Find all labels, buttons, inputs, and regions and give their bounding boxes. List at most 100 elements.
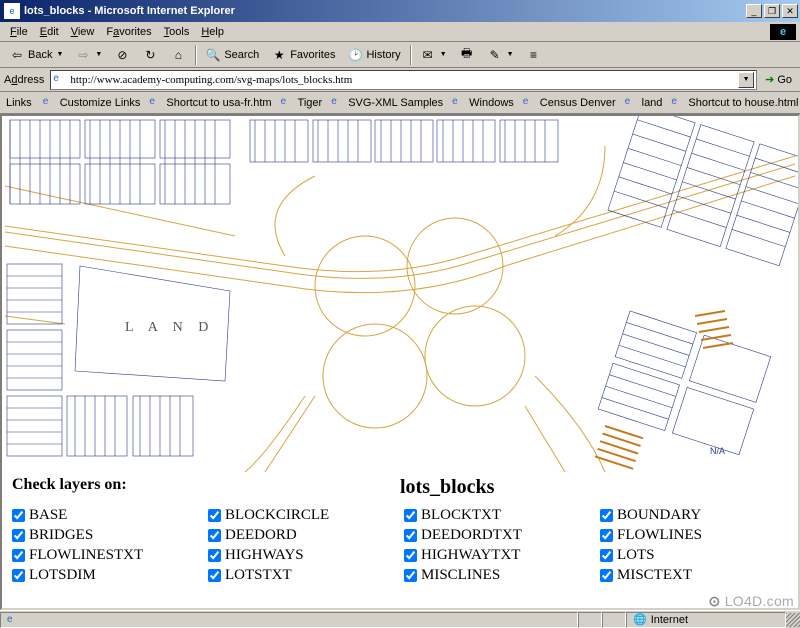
menu-bar: File Edit View Favorites Tools Help xyxy=(0,22,800,42)
menu-view[interactable]: View xyxy=(65,24,101,40)
link-label: Windows xyxy=(469,97,514,109)
layer-checkbox[interactable] xyxy=(208,569,221,582)
links-label: Links xyxy=(4,97,38,109)
svg-text:N/A: N/A xyxy=(710,446,725,456)
svg-map[interactable]: N/A L A N D xyxy=(2,116,798,472)
layer-bridges[interactable]: BRIDGES xyxy=(12,527,200,544)
link-land[interactable]: eland xyxy=(621,94,667,112)
layer-label: LOTS xyxy=(617,547,655,564)
layer-lotsdim[interactable]: LOTSDIM xyxy=(12,567,200,584)
link-usa-fr[interactable]: eShortcut to usa-fr.htm xyxy=(145,94,275,112)
home-button[interactable]: ⌂ xyxy=(165,44,191,66)
layer-label: BRIDGES xyxy=(29,527,93,544)
layer-checkbox[interactable] xyxy=(12,549,25,562)
forward-arrow-icon: ⇨ xyxy=(75,47,91,63)
edit-button[interactable]: ✎▼ xyxy=(482,44,519,66)
page-heading: lots_blocks xyxy=(400,476,788,499)
layer-highwaytxt[interactable]: HIGHWAYTXT xyxy=(404,547,592,564)
mail-button[interactable]: ✉▼ xyxy=(415,44,452,66)
layer-checkbox[interactable] xyxy=(404,569,417,582)
history-button[interactable]: 🕑History xyxy=(342,44,405,66)
layer-checkbox[interactable] xyxy=(600,509,613,522)
layer-misctext[interactable]: MISCTEXT xyxy=(600,567,788,584)
window-title: lots_blocks - Microsoft Internet Explore… xyxy=(24,5,746,17)
link-label: Census Denver xyxy=(540,97,616,109)
link-label: Shortcut to house.html xyxy=(688,97,798,109)
layer-label: HIGHWAYS xyxy=(225,547,304,564)
layer-checkbox[interactable] xyxy=(404,549,417,562)
mail-icon: ✉ xyxy=(420,47,436,63)
layer-label: LOTSDIM xyxy=(29,567,96,584)
layer-checkbox[interactable] xyxy=(600,529,613,542)
discuss-button[interactable]: ≡ xyxy=(521,44,547,66)
layer-blocktxt[interactable]: BLOCKTXT xyxy=(404,507,592,524)
resize-grip[interactable] xyxy=(786,613,800,627)
page-icon: e xyxy=(149,96,163,110)
globe-icon: 🌐 xyxy=(633,613,647,626)
layer-base[interactable]: BASE xyxy=(12,507,200,524)
layer-checkbox[interactable] xyxy=(404,509,417,522)
url-input[interactable] xyxy=(70,74,738,86)
link-customize[interactable]: eCustomize Links xyxy=(39,94,145,112)
page-icon: e xyxy=(625,96,639,110)
stop-button[interactable]: ⊘ xyxy=(109,44,135,66)
layer-checkbox[interactable] xyxy=(600,569,613,582)
layer-label: MISCLINES xyxy=(421,567,500,584)
layer-lots[interactable]: LOTS xyxy=(600,547,788,564)
security-zone: 🌐Internet xyxy=(626,612,786,628)
search-icon: 🔍 xyxy=(205,47,221,63)
layer-misclines[interactable]: MISCLINES xyxy=(404,567,592,584)
stop-icon: ⊘ xyxy=(114,47,130,63)
link-census[interactable]: eCensus Denver xyxy=(519,94,620,112)
history-label: History xyxy=(366,49,400,61)
link-house[interactable]: eShortcut to house.html xyxy=(667,94,800,112)
address-dropdown-button[interactable]: ▼ xyxy=(738,72,754,88)
layer-checkbox[interactable] xyxy=(12,509,25,522)
layer-highways[interactable]: HIGHWAYS xyxy=(208,547,396,564)
layer-blockcircle[interactable]: BLOCKCIRCLE xyxy=(208,507,396,524)
page-icon: e xyxy=(281,96,295,110)
layer-checkbox[interactable] xyxy=(600,549,613,562)
go-label: Go xyxy=(777,74,792,86)
layer-checkbox[interactable] xyxy=(208,509,221,522)
maximize-button[interactable]: ❐ xyxy=(764,4,780,18)
forward-button[interactable]: ⇨▼ xyxy=(70,44,107,66)
go-button[interactable]: ➔Go xyxy=(761,73,796,86)
link-svg-xml[interactable]: eSVG-XML Samples xyxy=(327,94,447,112)
page-icon: e xyxy=(43,96,57,110)
favorites-button[interactable]: ★Favorites xyxy=(266,44,340,66)
layer-label: LOTSTXT xyxy=(225,567,292,584)
layer-checkbox[interactable] xyxy=(404,529,417,542)
close-button[interactable]: ✕ xyxy=(782,4,798,18)
layer-checkbox[interactable] xyxy=(12,569,25,582)
page-icon: e xyxy=(452,96,466,110)
menu-file[interactable]: File xyxy=(4,24,34,40)
layer-deedord[interactable]: DEEDORD xyxy=(208,527,396,544)
layer-deedordtxt[interactable]: DEEDORDTXT xyxy=(404,527,592,544)
layer-checkbox[interactable] xyxy=(208,529,221,542)
page-icon: e xyxy=(671,96,685,110)
menu-edit[interactable]: Edit xyxy=(34,24,65,40)
link-tiger[interactable]: eTiger xyxy=(277,94,327,112)
home-icon: ⌂ xyxy=(170,47,186,63)
back-button[interactable]: ⇦Back▼ xyxy=(4,44,68,66)
layer-lotstxt[interactable]: LOTSTXT xyxy=(208,567,396,584)
status-message: e xyxy=(0,612,578,628)
layer-checkbox[interactable] xyxy=(208,549,221,562)
layer-flowlinestxt[interactable]: FLOWLINESTXT xyxy=(12,547,200,564)
check-layers-heading: Check layers on: xyxy=(12,476,400,499)
layer-label: BLOCKCIRCLE xyxy=(225,507,329,524)
layer-boundary[interactable]: BOUNDARY xyxy=(600,507,788,524)
refresh-button[interactable]: ↻ xyxy=(137,44,163,66)
layer-checkbox[interactable] xyxy=(12,529,25,542)
menu-tools[interactable]: Tools xyxy=(158,24,196,40)
print-button[interactable]: 🖶 xyxy=(454,44,480,66)
layer-flowlines[interactable]: FLOWLINES xyxy=(600,527,788,544)
link-windows[interactable]: eWindows xyxy=(448,94,518,112)
menu-favorites[interactable]: Favorites xyxy=(100,24,157,40)
link-label: SVG-XML Samples xyxy=(348,97,443,109)
search-button[interactable]: 🔍Search xyxy=(200,44,264,66)
link-label: Customize Links xyxy=(60,97,141,109)
menu-help[interactable]: Help xyxy=(195,24,230,40)
minimize-button[interactable]: _ xyxy=(746,4,762,18)
